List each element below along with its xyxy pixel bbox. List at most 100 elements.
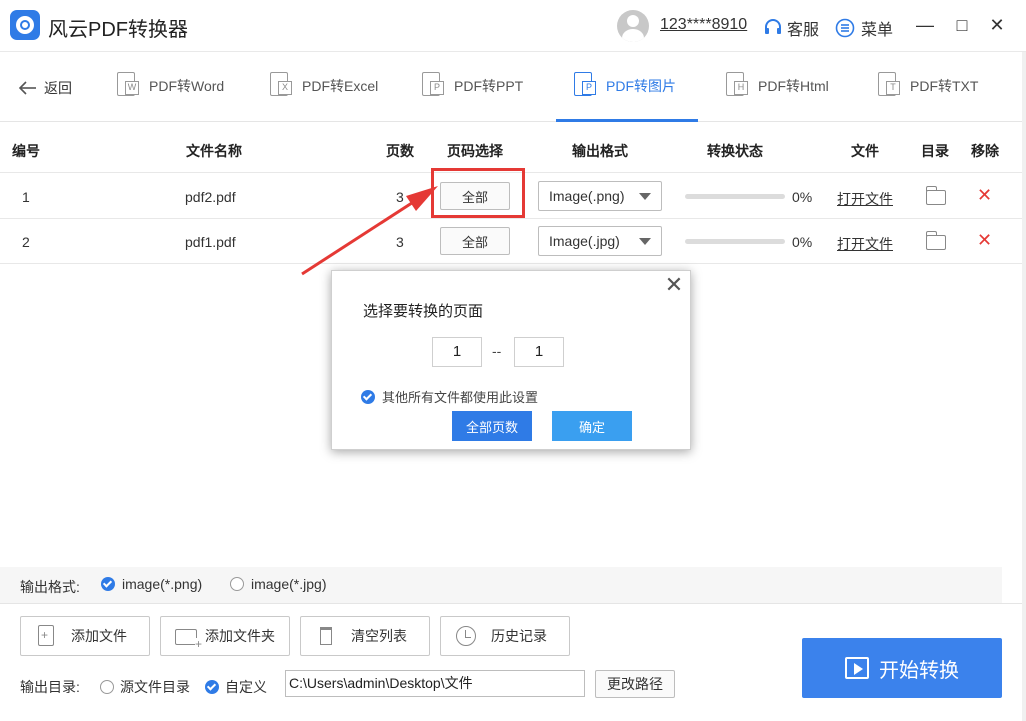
tab-pdf-to-excel[interactable]: X PDF转Excel <box>268 70 378 122</box>
pdf-image-icon: P <box>572 72 598 98</box>
app-title: 风云PDF转换器 <box>48 19 188 41</box>
tab-pdf-to-image[interactable]: P PDF转图片 <box>572 70 676 122</box>
customer-service-button[interactable]: 客服 <box>763 16 819 40</box>
app-logo-icon <box>10 10 40 40</box>
header-file: 文件 <box>851 143 879 159</box>
format-option-label: image(*.jpg) <box>251 576 327 592</box>
bottom-panel: 添加文件 添加文件夹 清空列表 历史记录 输出目录: 源文件目录 自定义 C:\… <box>0 603 1026 721</box>
clear-list-button[interactable]: 清空列表 <box>300 616 430 656</box>
select-value: Image(.jpg) <box>549 233 620 249</box>
menu-button[interactable]: 菜单 <box>835 16 893 40</box>
output-format-label: 输出格式: <box>20 579 80 595</box>
format-option-jpg[interactable]: image(*.jpg) <box>230 576 326 592</box>
output-path-input[interactable]: C:\Users\admin\Desktop\文件 <box>285 670 585 697</box>
user-avatar-icon[interactable] <box>617 10 649 42</box>
dialog-close-icon[interactable]: ✕ <box>662 273 686 297</box>
progress-bar <box>685 239 785 244</box>
open-file-link[interactable]: 打开文件 <box>837 234 893 254</box>
folder-icon[interactable] <box>925 231 946 250</box>
pdf-html-icon: H <box>724 72 750 98</box>
add-folder-button[interactable]: 添加文件夹 <box>160 616 290 656</box>
radio-checked-icon <box>205 680 219 694</box>
tab-label: PDF转图片 <box>606 78 676 94</box>
tab-pdf-to-word[interactable]: W PDF转Word <box>115 70 224 122</box>
pdf-word-icon: W <box>115 72 141 98</box>
header-index: 编号 <box>12 143 40 159</box>
back-button[interactable]: 返回 <box>18 78 72 98</box>
pdf-ppt-icon: P <box>420 72 446 98</box>
custom-dir-radio[interactable]: 自定义 <box>205 677 267 697</box>
annotation-highlight-box <box>431 168 525 218</box>
output-format-bar: 输出格式: image(*.png) image(*.jpg) <box>0 567 1002 603</box>
tab-label: PDF转Word <box>149 78 225 94</box>
header-name: 文件名称 <box>186 143 242 159</box>
arrow-left-icon <box>18 81 36 95</box>
row-index: 2 <box>22 234 30 250</box>
menu-icon <box>835 18 855 38</box>
clock-icon <box>455 625 477 647</box>
button-label: 历史记录 <box>491 628 547 644</box>
title-bar: 风云PDF转换器 123****8910 客服 菜单 — □ ✕ <box>0 0 1026 52</box>
change-path-button[interactable]: 更改路径 <box>595 670 675 698</box>
apply-all-label: 其他所有文件都使用此设置 <box>382 390 539 405</box>
button-label: 添加文件夹 <box>205 628 275 644</box>
trash-icon <box>315 625 337 647</box>
window-edge <box>1022 52 1026 721</box>
window-close-icon[interactable]: ✕ <box>986 14 1008 36</box>
user-account-link[interactable]: 123****8910 <box>660 16 747 34</box>
checkbox-checked-icon <box>361 389 375 404</box>
minimize-icon[interactable]: — <box>914 14 936 36</box>
page-select-button[interactable]: 全部 <box>440 227 510 255</box>
header-output-format: 输出格式 <box>572 143 628 159</box>
output-format-select[interactable]: Image(.png) <box>538 181 662 211</box>
page-to-input[interactable]: 1 <box>514 337 564 367</box>
header-page-select: 页码选择 <box>447 143 503 159</box>
radio-unchecked-icon <box>230 577 244 591</box>
progress-bar <box>685 194 785 199</box>
page-from-input[interactable]: 1 <box>432 337 482 367</box>
source-dir-radio[interactable]: 源文件目录 <box>100 677 190 697</box>
tab-label: PDF转TXT <box>910 78 979 94</box>
select-value: Image(.png) <box>549 188 625 204</box>
apply-all-checkbox[interactable]: 其他所有文件都使用此设置 <box>361 387 538 406</box>
button-label: 添加文件 <box>71 628 127 644</box>
menu-label: 菜单 <box>861 22 894 39</box>
maximize-icon[interactable]: □ <box>951 14 973 36</box>
active-tab-indicator <box>556 119 698 122</box>
caret-down-icon <box>639 193 651 200</box>
button-label: 清空列表 <box>351 628 407 644</box>
pdf-excel-icon: X <box>268 72 294 98</box>
range-separator: -- <box>492 343 502 359</box>
row-file-name: pdf1.pdf <box>185 234 236 250</box>
add-file-button[interactable]: 添加文件 <box>20 616 150 656</box>
back-label: 返回 <box>44 80 72 96</box>
tab-pdf-to-html[interactable]: H PDF转Html <box>724 70 829 122</box>
start-convert-button[interactable]: 开始转换 <box>802 638 1002 698</box>
start-label: 开始转换 <box>879 659 959 682</box>
confirm-button[interactable]: 确定 <box>552 411 632 441</box>
tab-pdf-to-txt[interactable]: T PDF转TXT <box>876 70 978 122</box>
radio-checked-icon <box>101 577 115 591</box>
app-window: 风云PDF转换器 123****8910 客服 菜单 — □ ✕ 返回 W PD… <box>0 0 1026 721</box>
folder-icon[interactable] <box>925 186 946 205</box>
history-button[interactable]: 历史记录 <box>440 616 570 656</box>
headset-icon <box>765 19 781 34</box>
all-pages-button[interactable]: 全部页数 <box>452 411 532 441</box>
table-row: 2 pdf1.pdf 3 全部 Image(.jpg) 0% 打开文件 ✕ <box>0 219 1022 264</box>
page-range-dialog: ✕ 选择要转换的页面 1 -- 1 其他所有文件都使用此设置 全部页数 确定 <box>331 270 691 450</box>
progress-text: 0% <box>792 234 813 250</box>
format-option-label: image(*.png) <box>122 576 203 592</box>
remove-icon[interactable]: ✕ <box>977 185 992 206</box>
open-file-link[interactable]: 打开文件 <box>837 189 893 209</box>
output-dir-label: 输出目录: <box>20 679 80 695</box>
caret-down-icon <box>639 238 651 245</box>
tab-pdf-to-ppt[interactable]: P PDF转PPT <box>420 70 523 122</box>
add-file-icon <box>35 625 57 647</box>
remove-icon[interactable]: ✕ <box>977 230 992 251</box>
file-table-header: 编号 文件名称 页数 页码选择 输出格式 转换状态 文件 目录 移除 <box>0 123 1022 173</box>
header-folder: 目录 <box>921 143 949 159</box>
output-format-select[interactable]: Image(.jpg) <box>538 226 662 256</box>
row-pages: 3 <box>396 234 404 250</box>
tab-label: PDF转Excel <box>302 78 379 94</box>
format-option-png[interactable]: image(*.png) <box>101 576 202 592</box>
